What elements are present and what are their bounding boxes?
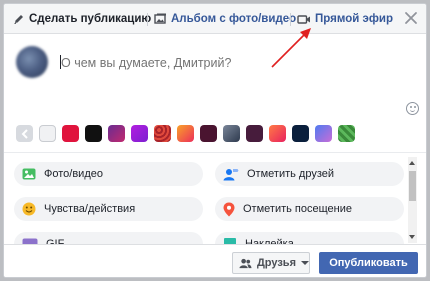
swatch-black[interactable] — [85, 125, 102, 142]
swatch-red[interactable] — [62, 125, 79, 142]
friends-icon — [239, 258, 252, 268]
background-swatches — [16, 125, 355, 143]
pencil-icon — [14, 15, 23, 24]
post-composer-input[interactable] — [58, 52, 398, 74]
location-pin-icon — [223, 202, 235, 216]
tab-create-post-label: Сделать публикацию — [29, 13, 152, 25]
caret-down-icon — [301, 261, 309, 265]
tag-friends-icon — [223, 168, 239, 180]
tab-live-video[interactable]: Прямой эфир — [297, 4, 393, 34]
swatch-blue-gradient[interactable] — [315, 125, 332, 142]
dialog-header: Сделать публикацию Альбом с фото/видео П… — [4, 4, 426, 34]
swatch-violet[interactable] — [131, 125, 148, 142]
tab-live-video-label: Прямой эфир — [315, 13, 394, 25]
option-photo-video[interactable]: Фото/видео — [14, 162, 203, 186]
option-feelings[interactable]: Чувства/действия — [14, 197, 203, 221]
feeling-icon — [22, 202, 36, 216]
album-icon — [154, 13, 166, 24]
tab-create-post[interactable]: Сделать публикацию — [13, 4, 151, 34]
swatch-purple-gradient[interactable] — [108, 125, 125, 142]
emoji-icon[interactable] — [406, 102, 419, 115]
audience-label: Друзья — [256, 257, 296, 269]
publish-button[interactable]: Опубликовать — [319, 252, 418, 274]
option-check-in[interactable]: Отметить посещение — [215, 197, 404, 221]
option-photo-video-label: Фото/видео — [44, 168, 103, 180]
photo-icon — [22, 168, 36, 180]
option-tag-friends-label: Отметить друзей — [247, 168, 335, 180]
tab-photo-album-label: Альбом с фото/видео — [171, 13, 297, 25]
swatch-slate[interactable] — [223, 125, 240, 142]
option-tag-friends[interactable]: Отметить друзей — [215, 162, 404, 186]
swatch-dark-plum[interactable] — [246, 125, 263, 142]
create-post-dialog: Сделать публикацию Альбом с фото/видео П… — [3, 3, 427, 278]
tab-photo-album[interactable]: Альбом с фото/видео — [154, 4, 296, 34]
swatch-plain[interactable] — [39, 125, 56, 142]
text-cursor — [60, 55, 61, 69]
swatch-pink-gradient[interactable] — [269, 125, 286, 142]
option-feelings-label: Чувства/действия — [44, 203, 136, 215]
scroll-up-arrow-icon[interactable] — [409, 161, 415, 165]
close-icon[interactable] — [404, 11, 418, 25]
chevron-left-icon — [21, 128, 28, 139]
tab-divider — [290, 13, 291, 26]
swatch-dark-maroon[interactable] — [200, 125, 217, 142]
swatch-orange-gradient[interactable] — [177, 125, 194, 142]
avatar[interactable] — [16, 46, 48, 78]
dialog-footer: Друзья Опубликовать — [4, 244, 426, 277]
scrollbar-thumb[interactable] — [409, 171, 416, 201]
option-check-in-label: Отметить посещение — [243, 203, 352, 215]
video-camera-icon — [297, 14, 310, 24]
tab-divider — [147, 13, 148, 26]
scroll-down-arrow-icon[interactable] — [409, 235, 415, 239]
swatch-back-button[interactable] — [16, 125, 33, 142]
swatch-green-pattern[interactable] — [338, 125, 355, 142]
swatch-navy[interactable] — [292, 125, 309, 142]
section-divider — [4, 152, 426, 153]
audience-selector[interactable]: Друзья — [232, 252, 310, 274]
options-scrollbar[interactable] — [408, 157, 417, 243]
swatch-pattern-red[interactable] — [154, 125, 171, 142]
